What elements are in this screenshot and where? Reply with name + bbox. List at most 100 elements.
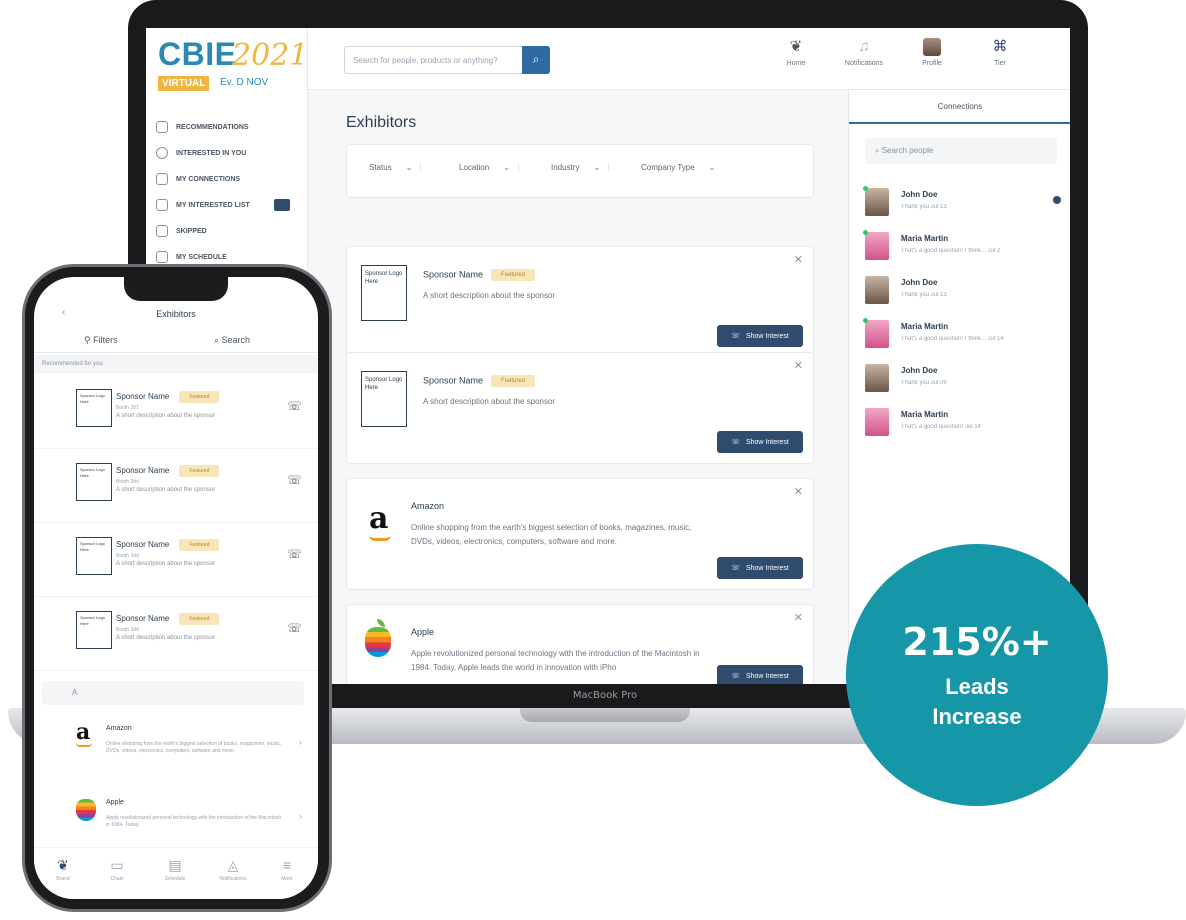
connection-row[interactable]: Maria Martin That's a good question! I t… xyxy=(863,318,1061,358)
connection-last-message: Thank you Jul 09 xyxy=(901,380,947,386)
nav-label: Notifications xyxy=(844,60,884,67)
sponsor-logo-placeholder: Sponsor Logo Here xyxy=(361,371,407,427)
connect-icon[interactable]: ☏ xyxy=(287,547,302,561)
button-label: Show Interest xyxy=(745,564,789,572)
online-indicator xyxy=(863,230,868,235)
exhibitor-card[interactable]: ✕ Sponsor Logo Here Sponsor Name Featured… xyxy=(346,246,814,358)
nav-label: More xyxy=(281,876,293,882)
sidebar-item-label: MY INTERESTED LIST xyxy=(176,201,250,209)
avatar xyxy=(865,276,889,304)
sidebar-item-interested-in-you[interactable]: INTERESTED IN YOU xyxy=(156,140,304,166)
exhibitor-card[interactable]: ✕ Sponsor Logo Here Sponsor Name Featured… xyxy=(346,352,814,464)
filter-company-type[interactable]: Company Type ⌄ xyxy=(641,163,723,172)
exhibitor-name: Sponsor Name Featured xyxy=(423,375,536,387)
connection-row[interactable]: Maria Martin That's a good question! I t… xyxy=(863,230,1061,270)
filter-icon: ⚲ xyxy=(84,335,94,345)
phone-exhibitor-item[interactable]: Sponsor Logo Here Sponsor Name Featured B… xyxy=(34,523,318,597)
exhibitor-name: Amazon xyxy=(411,501,445,511)
laptop-brand-label: MacBook Pro xyxy=(572,690,638,701)
connection-row[interactable]: John Doe Thank you Jul 13 xyxy=(865,274,1061,314)
connection-name: Maria Martin xyxy=(901,234,949,243)
filter-location[interactable]: Location ⌄ xyxy=(459,163,519,172)
star-icon xyxy=(156,121,168,133)
alphabet-section-header: A xyxy=(42,681,304,705)
thumb-icon xyxy=(156,199,168,211)
smile-icon xyxy=(156,147,168,159)
filter-industry[interactable]: Industry ⌄ xyxy=(551,163,610,172)
exhibitor-name-text: Sponsor Name xyxy=(116,466,170,476)
sidebar-item-label: INTERESTED IN YOU xyxy=(176,149,247,157)
connect-icon: ☏ xyxy=(731,439,740,446)
show-interest-button[interactable]: ☏ Show Interest xyxy=(717,557,803,579)
sidebar-item-my-interested-list[interactable]: MY INTERESTED LIST xyxy=(156,192,304,218)
nav-label: Chats xyxy=(110,876,124,882)
phone-exhibitor-item[interactable]: Sponsor Logo Here Sponsor Name Featured B… xyxy=(34,449,318,523)
connection-row[interactable]: Maria Martin That's a good question! Jul… xyxy=(865,406,1061,446)
connection-row[interactable]: John Doe Thank you Jul 09 xyxy=(865,362,1061,402)
connection-last-message: That's a good question! I think... Jul 1… xyxy=(901,336,1004,342)
nav-tier[interactable]: ⌘ Tier xyxy=(970,38,1030,67)
filter-label: Industry xyxy=(551,163,580,172)
filters-tab[interactable]: ⚲ Filters xyxy=(84,335,118,346)
close-icon[interactable]: ✕ xyxy=(794,253,803,266)
close-icon[interactable]: ✕ xyxy=(794,611,803,624)
avatar xyxy=(923,38,941,56)
bottom-nav-chats[interactable]: ▭ Chats xyxy=(96,856,138,882)
bottom-nav-notifications[interactable]: ◬ Notifications xyxy=(212,856,254,882)
phone-exhibitor-item[interactable]: Sponsor Logo Here Sponsor Name Featured B… xyxy=(34,375,318,449)
avatar xyxy=(865,188,889,216)
phone-exhibitor-item[interactable]: Sponsor Logo Here Sponsor Name Featured B… xyxy=(34,597,318,671)
people-icon xyxy=(156,173,168,185)
exhibitor-card-amazon[interactable]: ✕ a Amazon Online shopping from the eart… xyxy=(346,478,814,590)
filter-status[interactable]: Status ⌄ xyxy=(369,163,422,172)
exhibitor-description: A short description about the sponsor xyxy=(116,487,216,493)
search-input[interactable]: Search for people, products or anything?… xyxy=(344,46,550,74)
bottom-nav-brand[interactable]: ❦ Brand xyxy=(42,856,84,882)
stat-label-line1: Leads xyxy=(945,674,1009,699)
connect-icon[interactable]: ☏ xyxy=(287,473,302,487)
bottom-nav-schedule[interactable]: ▤ Schedule xyxy=(154,856,196,882)
marketing-hero: MacBook Pro CBIE 2021 VIRTUAL Ev. D NOV … xyxy=(0,0,1186,920)
avatar xyxy=(865,320,889,348)
nav-profile[interactable]: Profile xyxy=(902,38,962,67)
company-name: Amazon xyxy=(106,725,132,732)
nav-home[interactable]: ❦ Home xyxy=(766,38,826,67)
connect-icon[interactable]: ☏ xyxy=(287,399,302,413)
company-name: Apple xyxy=(106,799,124,806)
close-icon[interactable]: ✕ xyxy=(794,359,803,372)
search-placeholder: Search for people, products or anything? xyxy=(353,56,498,65)
exhibitor-card-apple[interactable]: ✕ Apple Apple revolutionized personal te… xyxy=(346,604,814,684)
chevron-down-icon: ⌄ xyxy=(405,163,413,172)
connect-icon: ☏ xyxy=(731,333,740,340)
featured-badge: Featured xyxy=(179,391,220,403)
bottom-nav-more[interactable]: ≡ More xyxy=(266,856,308,882)
phone-company-item-amazon[interactable]: a Amazon Online shopping from the earth'… xyxy=(34,713,318,787)
booth-label: Booth 3dd xyxy=(116,553,139,559)
sidebar-item-recommendations[interactable]: RECOMMENDATIONS xyxy=(156,114,304,140)
connection-row[interactable]: John Doe Thank you Jul 13 xyxy=(863,186,1061,226)
nav-label: Schedule xyxy=(164,876,186,882)
sidebar-item-skipped[interactable]: SKIPPED xyxy=(156,218,304,244)
connections-search-input[interactable]: ⌕ Search people xyxy=(865,138,1057,164)
exhibitor-name: Sponsor Name Featured xyxy=(116,465,220,477)
nav-notifications[interactable]: ♫ Notifications xyxy=(834,38,894,67)
sponsor-logo-placeholder: Sponsor Logo Here xyxy=(76,537,112,575)
avatar xyxy=(865,364,889,392)
search-button[interactable]: ⌕ xyxy=(522,46,550,74)
exhibitor-name: Sponsor Name Featured xyxy=(116,613,220,625)
search-tab[interactable]: ⌕ Search xyxy=(214,335,250,346)
nav-label: Notifications xyxy=(219,876,247,882)
close-icon[interactable]: ✕ xyxy=(794,485,803,498)
connect-icon[interactable]: ☏ xyxy=(287,621,302,635)
cbie-logo[interactable]: CBIE 2021 VIRTUAL Ev. D NOV xyxy=(158,36,308,100)
show-interest-button[interactable]: ☏ Show Interest xyxy=(717,665,803,684)
sidebar-item-my-connections[interactable]: MY CONNECTIONS xyxy=(156,166,304,192)
featured-badge: Featured xyxy=(179,613,220,625)
avatar xyxy=(865,232,889,260)
show-interest-button[interactable]: ☏ Show Interest xyxy=(717,325,803,347)
connection-last-message: That's a good question! Jul 14 xyxy=(901,424,981,430)
show-interest-button[interactable]: ☏ Show Interest xyxy=(717,431,803,453)
connections-title[interactable]: Connections xyxy=(849,90,1070,124)
connection-last-message: That's a good question! I think... Jul 2 xyxy=(901,248,1001,254)
phone-notch xyxy=(124,277,228,301)
